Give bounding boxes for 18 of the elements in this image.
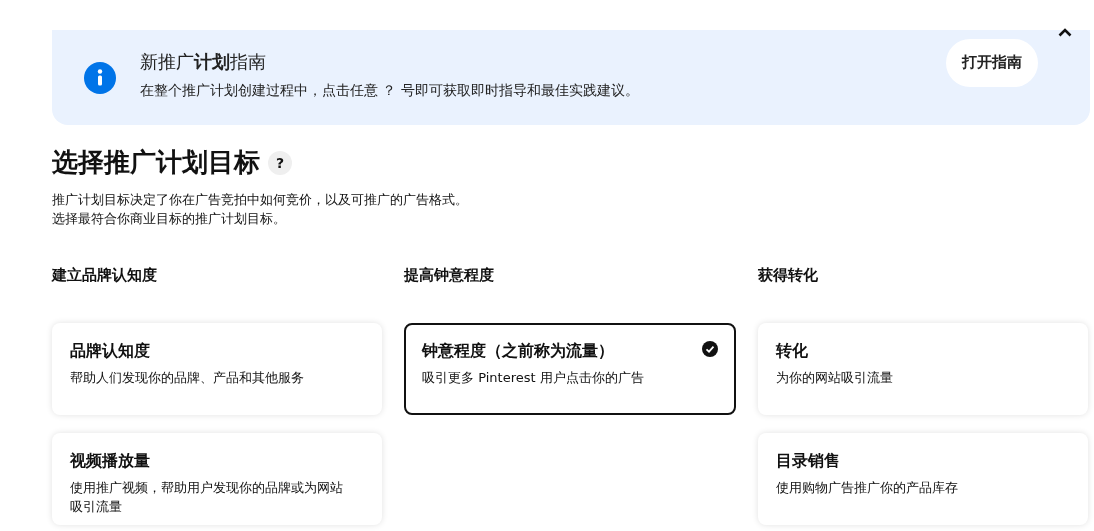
objective-description: 选择最符合你商业目标的推广计划目标。 (52, 210, 287, 228)
objective-card[interactable]: 转化 为你的网站吸引流量 (758, 323, 1088, 415)
info-icon (84, 61, 116, 94)
category-title: 获得转化 (758, 266, 819, 285)
check-icon (702, 341, 718, 357)
objective-heading: 选择推广计划目标 (52, 146, 260, 179)
banner-title: 新推广计划指南 (140, 49, 267, 74)
category-title: 提高钟意程度 (404, 266, 495, 285)
objective-card[interactable]: 视频播放量 使用推广视频，帮助用户发现你的品牌或为网站吸引流量 (52, 433, 382, 525)
help-button[interactable]: ? (268, 150, 292, 175)
category-title: 建立品牌认知度 (52, 266, 158, 285)
banner-text: 在整个推广计划创建过程中，点击任意 ？ 号即可获取即时指导和最佳实践建议。 (140, 81, 640, 100)
objective-description: 推广计划目标决定了你在广告竞拍中如何竞价，以及可推广的广告格式。 (52, 191, 469, 209)
open-guide-button[interactable]: 打开指南 (946, 38, 1038, 87)
objective-card[interactable]: 钟意程度（之前称为流量） 吸引更多 Pinterest 用户点击你的广告 (404, 323, 736, 415)
objective-card[interactable]: 目录销售 使用购物广告推广你的产品库存 (758, 433, 1088, 525)
objective-card[interactable]: 品牌认知度 帮助人们发现你的品牌、产品和其他服务 (52, 323, 382, 415)
collapse-icon[interactable] (1058, 28, 1072, 37)
